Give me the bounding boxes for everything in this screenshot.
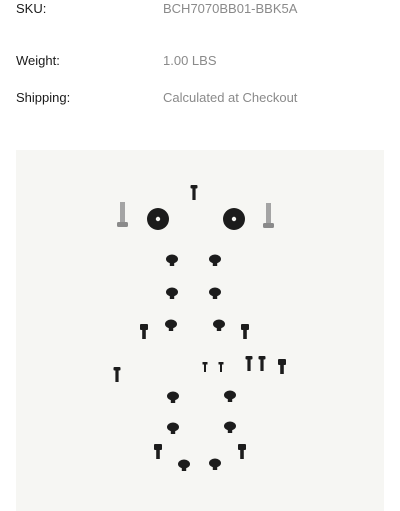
shipping-label: Shipping: — [16, 90, 71, 105]
small-screw-part — [278, 359, 286, 374]
standoff-part — [238, 444, 246, 459]
screw-part — [113, 367, 121, 382]
foot-part — [165, 319, 177, 331]
standoff-part — [140, 324, 148, 339]
standoff-part — [154, 444, 162, 459]
small-screw-part — [218, 362, 224, 372]
small-screw-part — [245, 356, 253, 371]
small-screw-part — [258, 356, 266, 371]
screw-part — [190, 185, 198, 200]
standoff-part — [241, 324, 249, 339]
spec-row-weight: Weight: 1.00 LBS — [16, 51, 386, 71]
metal-screw-left — [117, 202, 128, 227]
washer-right — [223, 208, 245, 230]
sku-label: SKU: — [16, 1, 47, 16]
foot-part — [178, 459, 190, 471]
spec-row-shipping: Shipping: Calculated at Checkout — [16, 88, 386, 108]
foot-part — [166, 287, 178, 299]
foot-part — [166, 254, 178, 266]
foot-part — [167, 422, 179, 434]
foot-part — [209, 458, 221, 470]
foot-part — [209, 254, 221, 266]
foot-part — [213, 319, 225, 331]
foot-part — [209, 287, 221, 299]
screw-kit-photo — [113, 185, 286, 471]
weight-label: Weight: — [16, 53, 60, 68]
product-image[interactable] — [16, 150, 384, 511]
foot-part — [224, 390, 236, 402]
spec-row-sku: SKU: BCH7070BB01-BBK5A — [16, 0, 386, 19]
foot-part — [167, 391, 179, 403]
foot-part — [224, 421, 236, 433]
small-screw-part — [202, 362, 208, 372]
weight-value: 1.00 LBS — [163, 53, 217, 68]
sku-value: BCH7070BB01-BBK5A — [163, 1, 298, 16]
shipping-value: Calculated at Checkout — [163, 90, 298, 105]
metal-screw-right — [263, 203, 274, 228]
washer-left — [147, 208, 169, 230]
